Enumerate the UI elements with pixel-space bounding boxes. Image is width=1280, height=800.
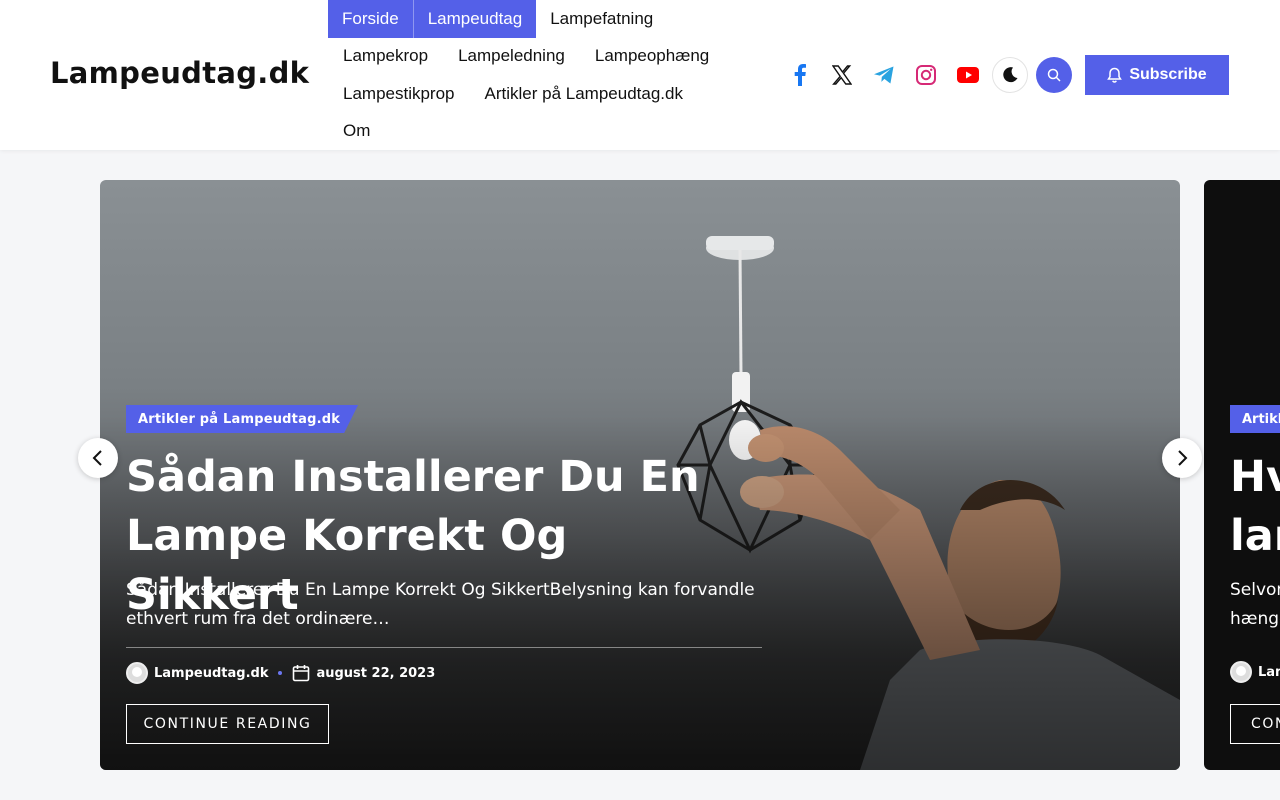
category-badge[interactable]: Artikler på Lampeudtag.dk xyxy=(126,405,359,433)
slide-title-line: Hv xyxy=(1230,452,1280,502)
nav-item-om[interactable]: Om xyxy=(328,113,385,151)
facebook-icon[interactable] xyxy=(780,55,820,95)
chevron-right-icon xyxy=(1178,450,1188,466)
nav-row: Lampekrop Lampeledning Lampeophæng xyxy=(328,38,748,76)
featured-slide[interactable]: Artikler på Lampeudtag.dk Sådan Installe… xyxy=(100,180,1180,770)
next-slide[interactable]: Artikl Hv lan Selvom hænge Lam CON xyxy=(1204,180,1280,770)
nav-item-lampekrop[interactable]: Lampekrop xyxy=(328,38,443,76)
nav-item-lampeledning[interactable]: Lampeledning xyxy=(443,38,580,76)
nav-row: Forside Lampeudtag Lampefatning xyxy=(328,0,748,38)
meta-separator xyxy=(278,671,283,675)
post-date: august 22, 2023 xyxy=(316,665,436,681)
instagram-icon[interactable] xyxy=(906,55,946,95)
nav-row: Om xyxy=(328,113,748,151)
nav-item-artikler[interactable]: Artikler på Lampeudtag.dk xyxy=(470,75,698,113)
chevron-left-icon xyxy=(92,450,102,466)
slide-excerpt-line: hænge xyxy=(1230,609,1280,629)
continue-reading-button[interactable]: CONTINUE READING xyxy=(126,704,329,744)
post-meta: Lam xyxy=(1230,661,1280,683)
slide-excerpt-line: Selvom xyxy=(1230,580,1280,600)
continue-reading-button[interactable]: CON xyxy=(1230,704,1280,744)
bell-icon xyxy=(1107,67,1123,83)
social-links xyxy=(780,55,1072,95)
post-meta: Lampeudtag.dk august 22, 2023 xyxy=(126,661,435,685)
nav-row: Lampestikprop Artikler på Lampeudtag.dk xyxy=(328,75,748,113)
dark-mode-toggle[interactable] xyxy=(992,57,1028,93)
nav-item-lampeophaeng[interactable]: Lampeophæng xyxy=(580,38,724,76)
search-button[interactable] xyxy=(1036,57,1072,93)
telegram-icon[interactable] xyxy=(864,55,904,95)
divider xyxy=(126,647,762,648)
author-name[interactable]: Lam xyxy=(1258,665,1280,680)
slide-title[interactable]: Hv lan xyxy=(1230,448,1280,566)
avatar xyxy=(126,662,148,684)
calendar-icon xyxy=(293,665,310,682)
site-header: Lampeudtag.dk Forside Lampeudtag Lampefa… xyxy=(0,0,1280,150)
slider-next-button[interactable] xyxy=(1162,438,1202,478)
subscribe-button[interactable]: Subscribe xyxy=(1085,55,1229,95)
nav-item-lampefatning[interactable]: Lampefatning xyxy=(536,0,667,38)
slide-excerpt: Selvom hænge xyxy=(1230,576,1280,634)
slide-title-line: lan xyxy=(1230,511,1280,561)
category-badge[interactable]: Artikl xyxy=(1230,405,1280,433)
slide-excerpt: Sådan Installerer Du En Lampe Korrekt Og… xyxy=(126,580,755,629)
nav-item-forside[interactable]: Forside xyxy=(328,0,413,38)
youtube-icon[interactable] xyxy=(948,55,988,95)
nav-item-lampeudtag[interactable]: Lampeudtag xyxy=(412,0,537,38)
main-nav: Forside Lampeudtag Lampefatning Lampekro… xyxy=(328,0,748,150)
moon-icon xyxy=(1003,67,1018,83)
x-icon[interactable] xyxy=(822,55,862,95)
author-name[interactable]: Lampeudtag.dk xyxy=(154,666,268,681)
search-icon xyxy=(1047,68,1061,82)
slider-prev-button[interactable] xyxy=(78,438,118,478)
site-logo[interactable]: Lampeudtag.dk xyxy=(50,56,309,90)
subscribe-label: Subscribe xyxy=(1129,66,1207,83)
nav-item-lampestikprop[interactable]: Lampestikprop xyxy=(328,75,470,113)
avatar xyxy=(1230,661,1252,683)
